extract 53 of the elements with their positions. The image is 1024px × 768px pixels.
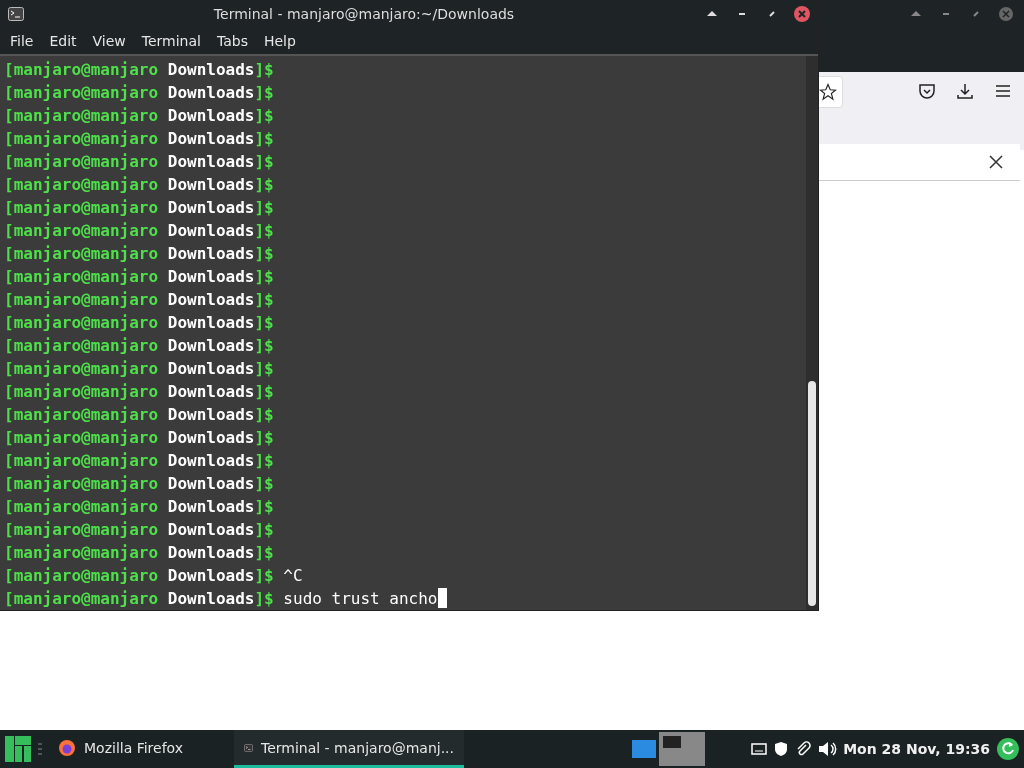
terminal-line: [manjaro@manjaro Downloads]$ xyxy=(4,59,275,81)
terminal-line: [manjaro@manjaro Downloads]$ xyxy=(4,197,275,219)
taskbar-item[interactable]: Terminal - manjaro@manj... xyxy=(234,730,464,768)
terminal-line: [manjaro@manjaro Downloads]$ xyxy=(4,358,275,380)
shield-icon[interactable] xyxy=(773,741,790,757)
volume-icon[interactable] xyxy=(817,740,838,758)
terminal-line: [manjaro@manjaro Downloads]$ xyxy=(4,289,275,311)
bookmark-star-button[interactable] xyxy=(819,76,843,108)
terminal-line: [manjaro@manjaro Downloads]$ xyxy=(4,542,275,564)
menu-item[interactable]: Terminal xyxy=(133,28,209,53)
terminal-line: [manjaro@manjaro Downloads]$ xyxy=(4,105,275,127)
workspace-icon[interactable] xyxy=(659,732,706,766)
terminal-line: [manjaro@manjaro Downloads]$ xyxy=(4,519,275,541)
terminal-line: [manjaro@manjaro Downloads]$ xyxy=(4,404,275,426)
terminal-line: [manjaro@manjaro Downloads]$ xyxy=(4,496,275,518)
taskbar-item[interactable]: Mozilla Firefox xyxy=(48,730,228,768)
logo-icon[interactable] xyxy=(4,735,32,763)
terminal-line: [manjaro@manjaro Downloads]$ xyxy=(4,128,275,150)
update-icon[interactable] xyxy=(996,737,1020,761)
menu-item[interactable]: File xyxy=(2,28,42,53)
clock: Mon 28 Nov, 19:36 xyxy=(843,741,990,757)
terminal-line: [manjaro@manjaro Downloads]$ ^C xyxy=(4,565,304,587)
network-icon[interactable] xyxy=(751,741,768,757)
pocket-icon[interactable] xyxy=(918,82,936,100)
terminal-line: [manjaro@manjaro Downloads]$ xyxy=(4,174,275,196)
menu-icon[interactable] xyxy=(994,82,1012,100)
browser-icon xyxy=(58,738,76,757)
terminal-line: [manjaro@manjaro Downloads]$ xyxy=(4,335,275,357)
terminal-line: [manjaro@manjaro Downloads]$ xyxy=(4,220,275,242)
terminal-line: [manjaro@manjaro Downloads]$ xyxy=(4,427,275,449)
scrollbar-thumb[interactable] xyxy=(808,381,816,606)
handle-icon xyxy=(38,742,42,756)
close-button[interactable] xyxy=(794,5,810,22)
terminal-icon xyxy=(8,6,24,21)
menu-item[interactable]: Tabs xyxy=(208,28,256,53)
close-button[interactable] xyxy=(998,6,1014,22)
terminal-line: [manjaro@manjaro Downloads]$ xyxy=(4,312,275,334)
paperclip-icon[interactable] xyxy=(795,741,812,757)
terminal-line: [manjaro@manjaro Downloads]$ xyxy=(4,151,275,173)
menu-item[interactable]: Edit xyxy=(41,28,85,53)
window-title: Terminal - manjaro@manjaro:~/Downloads xyxy=(212,5,516,22)
download-icon[interactable] xyxy=(956,82,974,100)
terminal-line: [manjaro@manjaro Downloads]$ sudo trust ancho xyxy=(4,587,806,610)
menu-item[interactable]: View xyxy=(84,28,134,53)
terminal-line: [manjaro@manjaro Downloads]$ xyxy=(4,243,275,265)
menu-item[interactable]: Help xyxy=(255,28,304,53)
terminal-line: [manjaro@manjaro Downloads]$ xyxy=(4,450,275,472)
terminal-line: [manjaro@manjaro Downloads]$ xyxy=(4,266,275,288)
close-icon[interactable] xyxy=(988,154,1004,170)
star-icon xyxy=(819,83,837,101)
terminal-line: [manjaro@manjaro Downloads]$ xyxy=(4,381,275,403)
terminal-line: [manjaro@manjaro Downloads]$ xyxy=(4,473,275,495)
terminal-line: [manjaro@manjaro Downloads]$ xyxy=(4,82,275,104)
